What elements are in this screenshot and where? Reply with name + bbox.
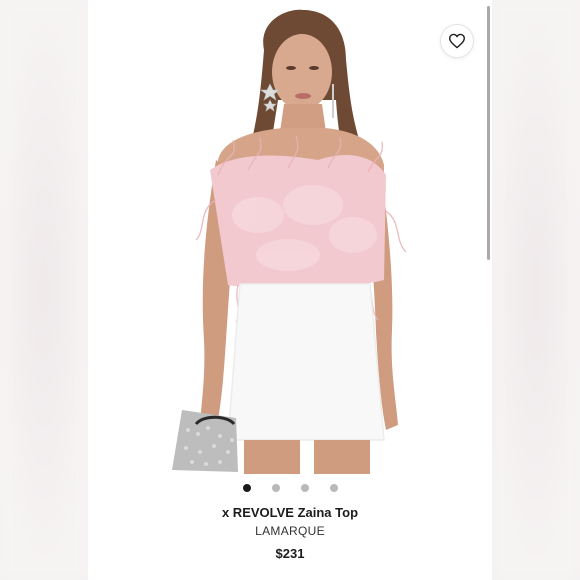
favorite-button[interactable]: [440, 24, 474, 58]
clutch-bag: [172, 410, 238, 472]
product-price: $231: [275, 546, 305, 561]
product-title[interactable]: x REVOLVE Zaina Top: [88, 505, 492, 520]
carousel-dot-1[interactable]: [242, 484, 251, 492]
product-brand[interactable]: LAMARQUE: [88, 524, 492, 538]
carousel-dot-3[interactable]: [300, 484, 309, 492]
carousel-dot-2[interactable]: [271, 484, 280, 492]
product-image[interactable]: [88, 0, 492, 474]
background-blur-left: [0, 0, 88, 580]
screenshot-frame: x REVOLVE Zaina Top LAMARQUE $231: [0, 0, 580, 580]
scrollbar[interactable]: [487, 6, 490, 260]
background-blur-right: [492, 0, 580, 580]
heart-outline-icon: [448, 33, 465, 49]
carousel-dot-4[interactable]: [329, 484, 338, 492]
product-card: x REVOLVE Zaina Top LAMARQUE $231: [88, 0, 492, 580]
carousel-indicators: [88, 484, 492, 492]
